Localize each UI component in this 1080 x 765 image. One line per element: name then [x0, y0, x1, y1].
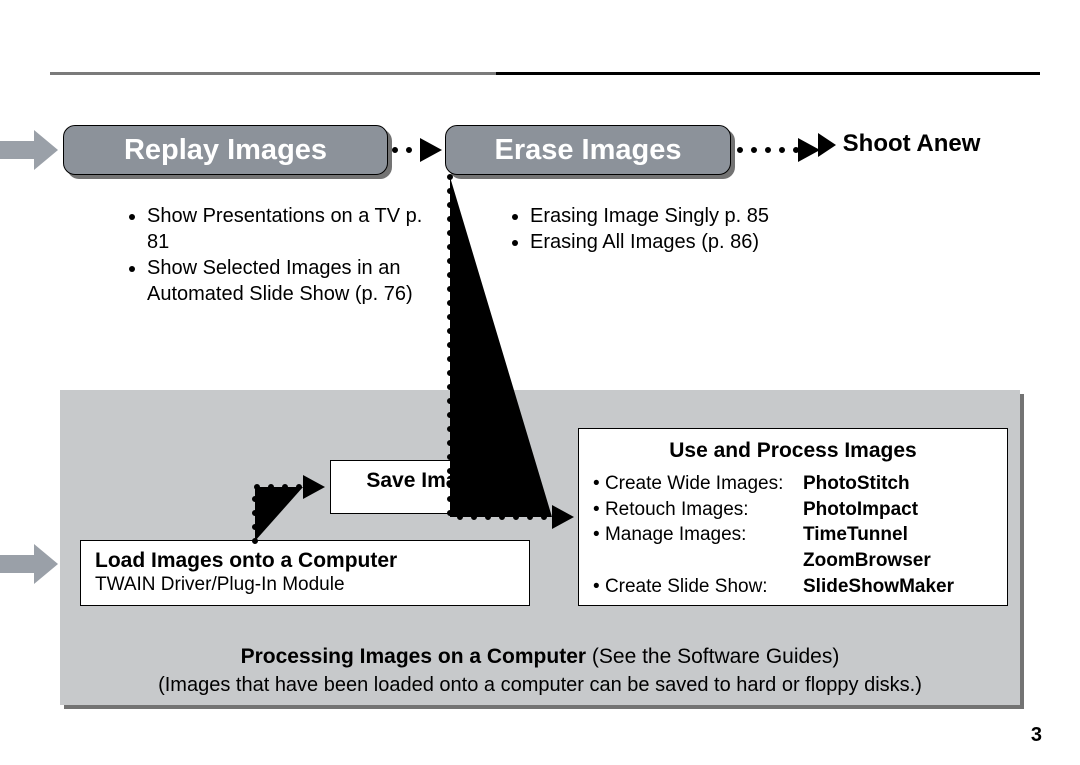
arrow-right-icon [818, 133, 836, 157]
use-row: Retouch Images:PhotoImpact [593, 497, 993, 523]
use-row: Create Slide Show:SlideShowMaker [593, 574, 993, 600]
use-value: ZoomBrowser [803, 548, 993, 574]
box-load-images: Load Images onto a Computer TWAIN Driver… [80, 540, 530, 606]
use-title: Use and Process Images [593, 439, 993, 463]
use-value: PhotoImpact [803, 497, 993, 523]
footer-line1: Processing Images on a Computer (See the… [60, 645, 1020, 669]
use-row: Manage Images:TimeTunnel [593, 522, 993, 548]
page-number: 3 [1031, 724, 1042, 747]
top-rule [50, 72, 1040, 75]
use-label: Retouch Images: [593, 497, 803, 523]
footer-rest: (See the Software Guides) [586, 645, 839, 668]
list-item: Show Presentations on a TV p. 81 [147, 203, 435, 255]
use-value: TimeTunnel [803, 522, 993, 548]
use-label: Create Wide Images: [593, 471, 803, 497]
footer-bold: Processing Images on a Computer [241, 645, 586, 668]
load-title: Load Images onto a Computer [95, 549, 515, 573]
manual-page: Replay Images Erase Images Shoot Anew Sh… [0, 0, 1080, 765]
list-item: Show Selected Images in an Automated Sli… [147, 255, 435, 307]
header-replay-images: Replay Images [63, 125, 388, 175]
lead-arrow-lower [0, 544, 58, 584]
erase-bullets: Erasing Image Singly p. 85 Erasing All I… [468, 203, 798, 255]
box-save-images: Save Images [330, 460, 530, 514]
shoot-anew-label: Shoot Anew [818, 130, 980, 158]
box-use-process: Use and Process Images Create Wide Image… [578, 428, 1008, 606]
load-subtitle: TWAIN Driver/Plug-In Module [95, 574, 515, 596]
use-label: Manage Images: [593, 522, 803, 548]
save-title: Save Images [345, 469, 515, 493]
use-value: PhotoStitch [803, 471, 993, 497]
use-grid: Create Wide Images:PhotoStitch Retouch I… [593, 471, 993, 599]
footer-line2: (Images that have been loaded onto a com… [60, 674, 1020, 697]
use-value: SlideShowMaker [803, 574, 993, 600]
replay-bullets: Show Presentations on a TV p. 81 Show Se… [85, 203, 435, 307]
lead-arrow-upper [0, 130, 58, 170]
list-item: Erasing All Images (p. 86) [530, 229, 798, 255]
header-erase-images: Erase Images [445, 125, 731, 175]
use-label: Create Slide Show: [593, 574, 803, 600]
use-row: ZoomBrowser [593, 548, 993, 574]
shoot-anew-text: Shoot Anew [843, 130, 981, 157]
use-row: Create Wide Images:PhotoStitch [593, 471, 993, 497]
list-item: Erasing Image Singly p. 85 [530, 203, 798, 229]
